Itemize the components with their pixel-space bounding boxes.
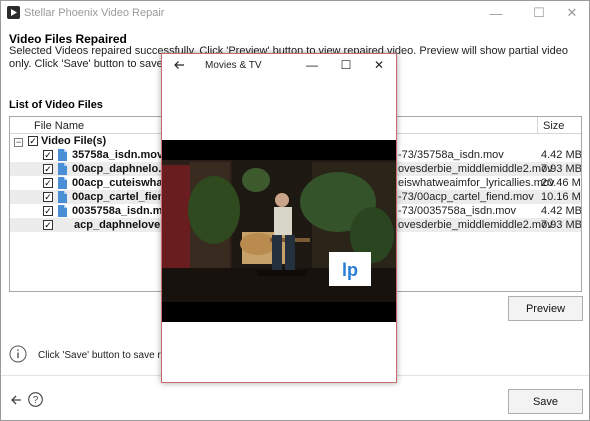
file-path: -73/00acp_cartel_fiend.mov — [398, 191, 534, 203]
file-size: 4.42 MB — [541, 205, 582, 217]
app-logo-icon — [7, 6, 20, 19]
help-glyph: ? — [33, 395, 39, 406]
row-checkbox[interactable]: ✓ — [43, 150, 53, 160]
video-player[interactable]: lp — [162, 140, 396, 322]
movies-minimize-button[interactable]: — — [302, 57, 322, 73]
movies-window-title: Movies & TV — [205, 60, 262, 71]
root-checkbox[interactable]: ✓ — [28, 136, 38, 146]
window-title: Stellar Phoenix Video Repair — [24, 7, 165, 19]
file-path: ovesderbie_middlemiddle2.mov — [398, 219, 553, 231]
file-size: 20.46 MB — [541, 177, 581, 189]
page-title: Video Files Repaired — [9, 32, 127, 46]
row-checkbox[interactable]: ✓ — [43, 192, 53, 202]
save-button[interactable]: Save — [508, 389, 583, 414]
file-path: ovesderbie_middlemiddle2.mov — [398, 163, 553, 175]
list-section-label: List of Video Files — [9, 99, 103, 111]
close-button[interactable]: ✕ — [557, 1, 587, 25]
movies-maximize-button[interactable]: ☐ — [336, 57, 356, 73]
video-file-icon — [58, 191, 67, 203]
collapse-toggle-icon[interactable]: − — [14, 138, 23, 147]
file-name: 35758a_isdn.mov — [72, 149, 164, 161]
movies-tv-window[interactable]: Movies & TV — ☐ ✕ lp — [161, 53, 397, 383]
file-path: -73/0035758a_isdn.mov — [398, 205, 517, 217]
root-label: Video File(s) — [41, 135, 107, 147]
info-icon — [9, 345, 27, 363]
file-size: 4.42 MB — [541, 149, 582, 161]
file-path: -73/35758a_isdn.mov — [398, 149, 504, 161]
video-file-icon — [58, 149, 67, 161]
file-name: 0035758a_isdn.mov — [72, 205, 176, 217]
video-frame: lp — [162, 140, 396, 322]
row-checkbox[interactable]: ✓ — [43, 220, 53, 230]
file-size: 10.16 MB — [541, 191, 581, 203]
file-size: 7.93 MB — [541, 163, 582, 175]
video-file-icon — [58, 163, 67, 175]
row-checkbox[interactable]: ✓ — [43, 206, 53, 216]
video-watermark: lp — [342, 260, 358, 280]
row-checkbox[interactable]: ✓ — [43, 164, 53, 174]
help-icon[interactable]: ? — [28, 392, 43, 407]
maximize-button[interactable]: ☐ — [524, 1, 554, 25]
file-name: acp_daphnelove... — [74, 219, 170, 231]
info-message: Click 'Save' button to save repa — [38, 350, 178, 361]
minimize-button[interactable]: — — [481, 1, 511, 25]
column-header-size[interactable]: Size — [543, 120, 564, 132]
title-bar: Stellar Phoenix Video Repair — ☐ ✕ — [1, 1, 589, 25]
video-file-icon — [58, 177, 67, 189]
column-header-file-name[interactable]: File Name — [34, 120, 84, 132]
file-name: 00acp_cuteiswhat... — [72, 177, 176, 189]
back-arrow-icon[interactable] — [173, 60, 185, 70]
back-arrow-icon[interactable] — [10, 393, 22, 407]
row-checkbox[interactable]: ✓ — [43, 178, 53, 188]
column-divider[interactable] — [537, 117, 538, 134]
preview-button[interactable]: Preview — [508, 296, 583, 321]
movies-close-button[interactable]: ✕ — [369, 57, 389, 73]
video-file-icon — [58, 205, 67, 217]
file-size: 7.93 MB — [541, 219, 582, 231]
file-name: 00acp_daphnelo... — [72, 163, 168, 175]
file-path: eiswhatweaimfor_lyricallies.mov — [398, 177, 555, 189]
